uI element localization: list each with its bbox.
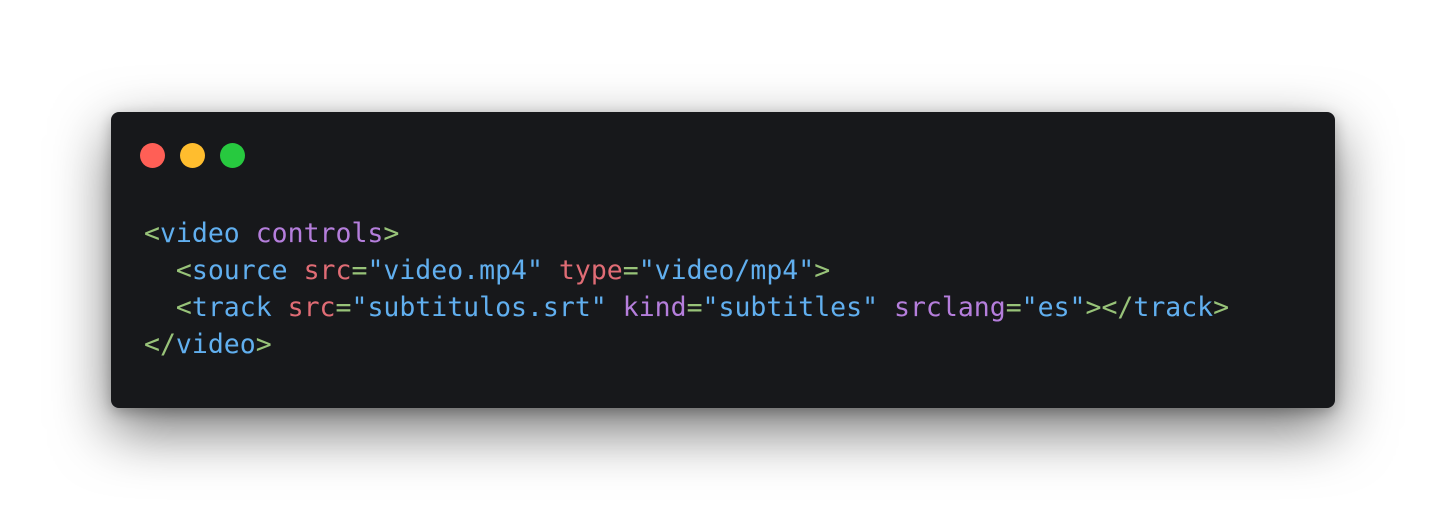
code-line: <track src="subtitulos.srt" kind="subtit… [144,289,1229,326]
close-dot-icon[interactable] [140,143,165,168]
code-token: "subtitles" [702,292,879,323]
zoom-dot-icon[interactable] [220,143,245,168]
code-token: < [144,218,160,249]
code-token: > [814,255,831,286]
code-token: = [351,255,368,286]
code-token: source [191,255,288,286]
code-line: <video controls> [144,215,1229,252]
code-token: controls [255,218,384,249]
code-token: src [287,292,336,323]
code-token: video [159,218,240,249]
code-block: <video controls> <source src="video.mp4"… [144,215,1229,363]
code-token: = [1005,292,1022,323]
code-token: </ [144,329,176,360]
code-token: = [335,292,352,323]
code-token: track [1133,292,1214,323]
code-token: "video.mp4" [367,255,543,286]
code-line: </video> [144,326,1229,363]
code-token: > [1213,292,1230,323]
code-token: > [255,329,272,360]
code-token: src [303,255,352,286]
code-token: < [175,255,192,286]
code-token: > [383,218,400,249]
code-token: ></ [1085,292,1134,323]
code-token: "video/mp4" [638,255,815,286]
window-controls [140,143,245,168]
code-token: < [175,292,192,323]
code-token: "subtitulos.srt" [351,292,607,323]
code-token: = [686,292,703,323]
code-token: srclang [894,292,1006,323]
code-token: type [558,255,623,286]
code-token: "es" [1021,292,1086,323]
minimize-dot-icon[interactable] [180,143,205,168]
code-token: video [175,329,256,360]
code-token: kind [622,292,687,323]
code-line: <source src="video.mp4" type="video/mp4"… [144,252,1229,289]
code-token: track [191,292,272,323]
code-window: <video controls> <source src="video.mp4"… [111,112,1335,408]
code-token: = [622,255,639,286]
